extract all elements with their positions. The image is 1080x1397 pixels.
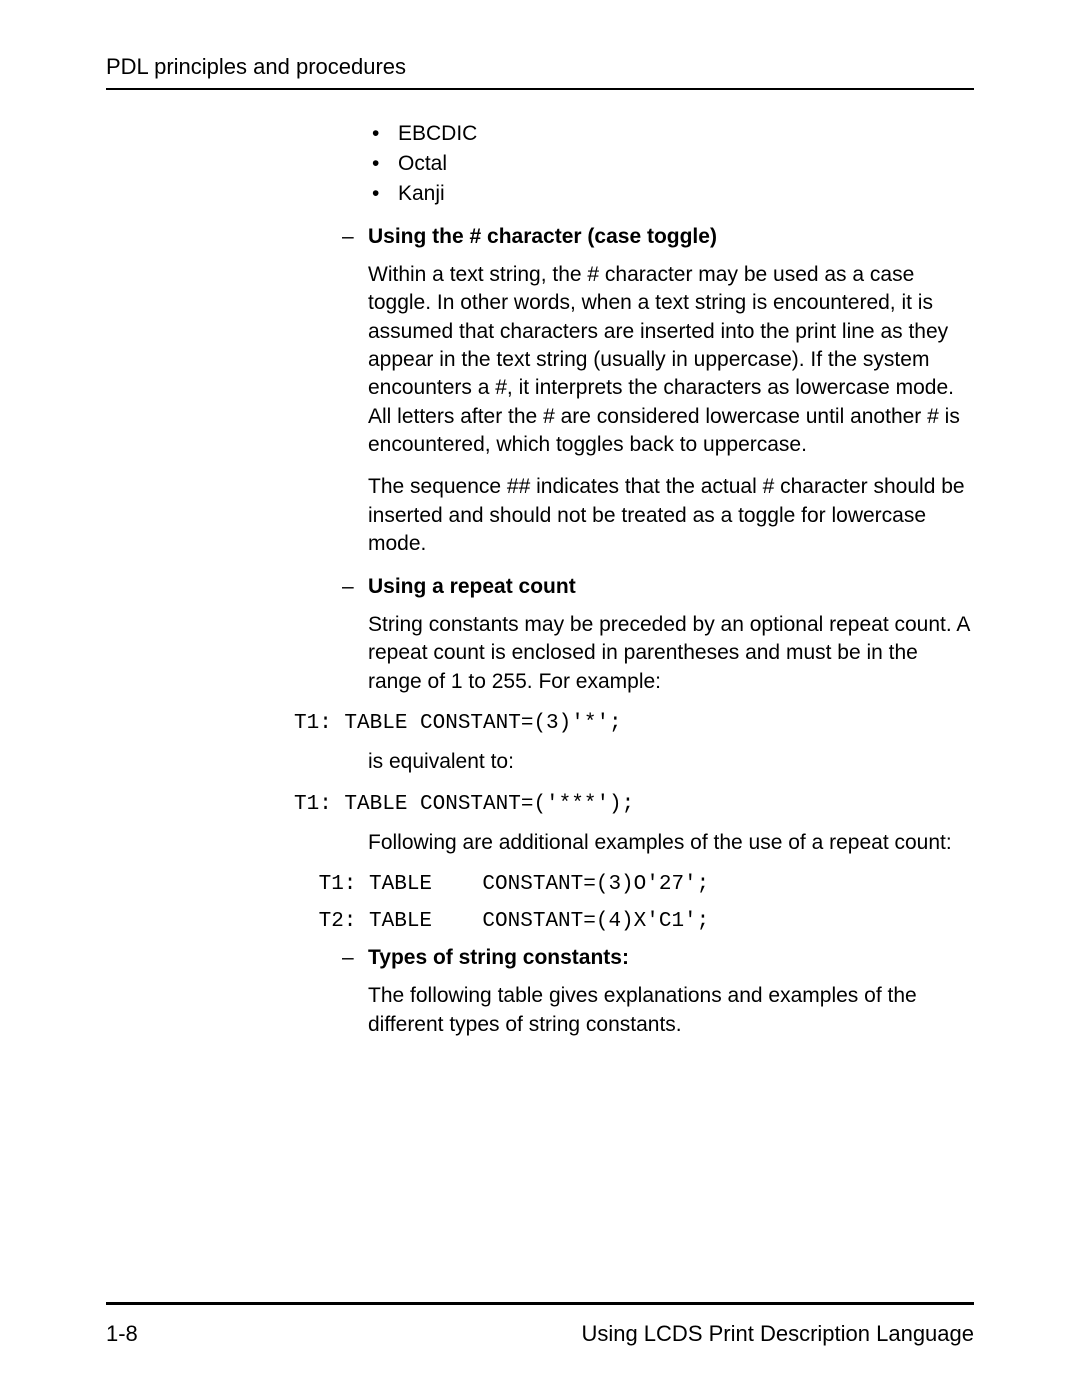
page-content: EBCDIC Octal Kanji Using the # character… [106,120,974,1039]
footer-title: Using LCDS Print Description Language [581,1319,974,1349]
paragraph: is equivalent to: [368,748,974,776]
section-repeat-count: Using a repeat count [336,573,974,601]
paragraph: Following are additional examples of the… [368,829,974,857]
code-example: T1: TABLE CONSTANT=(3)O'27'; [306,871,974,899]
encoding-bullet-list: EBCDIC Octal Kanji [368,120,974,209]
code-example: T1: TABLE CONSTANT=(3)'*'; [294,710,974,738]
paragraph: The following table gives explanations a… [368,982,974,1039]
list-item: Octal [368,150,974,178]
section-heading: Using the # character (case toggle) [368,225,717,248]
list-item: EBCDIC [368,120,974,148]
page-header: PDL principles and procedures [106,52,974,90]
section-heading: Using a repeat count [368,575,576,598]
page-number: 1-8 [106,1319,138,1349]
code-example: T1: TABLE CONSTANT=('***'); [294,791,974,819]
header-title: PDL principles and procedures [106,52,974,82]
list-item: Kanji [368,180,974,208]
bullet-text: Kanji [398,182,445,205]
page-footer: 1-8 Using LCDS Print Description Languag… [106,1302,974,1349]
bullet-text: Octal [398,152,447,175]
paragraph: The sequence ## indicates that the actua… [368,473,974,558]
section-types-of-constants: Types of string constants: [336,944,974,972]
code-example: T2: TABLE CONSTANT=(4)X'C1'; [306,908,974,936]
bullet-text: EBCDIC [398,122,477,145]
section-case-toggle: Using the # character (case toggle) [336,223,974,251]
section-heading: Types of string constants: [368,946,629,969]
paragraph: Within a text string, the # character ma… [368,261,974,459]
paragraph: String constants may be preceded by an o… [368,611,974,696]
